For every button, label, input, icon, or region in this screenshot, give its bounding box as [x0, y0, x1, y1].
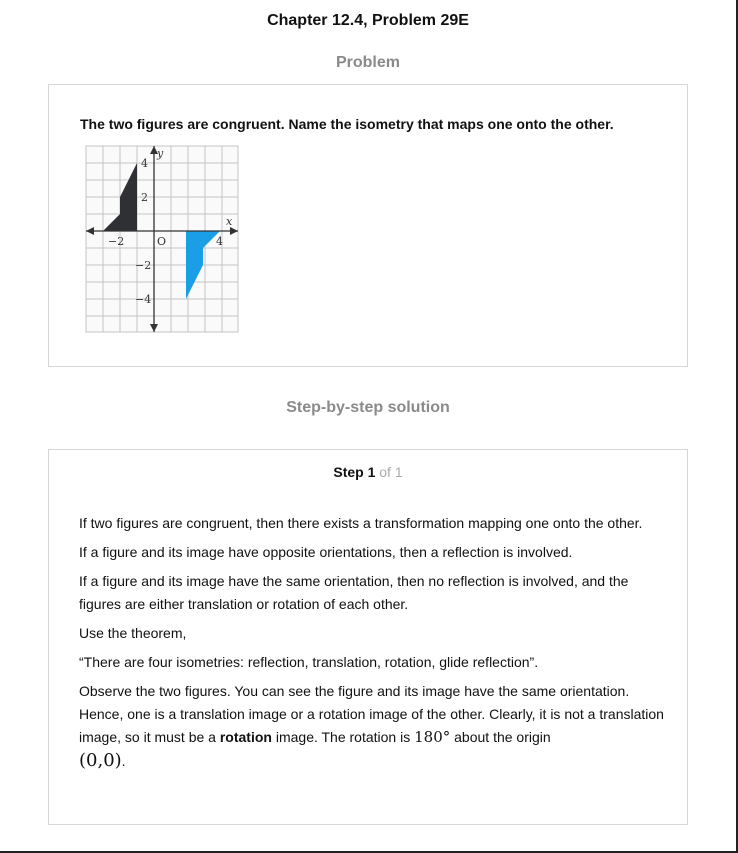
step-count: of 1 — [379, 464, 403, 480]
paragraph-6-text-mid: image. The rotation is — [271, 729, 415, 745]
problem-card: The two figures are congruent. Name the … — [48, 84, 688, 367]
y-axis-label: y — [156, 147, 164, 160]
origin-label: O — [157, 235, 166, 248]
origin-point: (0,0) — [79, 750, 122, 771]
paragraph-6-text-end: . — [121, 753, 126, 769]
solution-paragraph-3: If a figure and its image have the same … — [79, 573, 629, 612]
tick-label-y-neg4: −4 — [135, 293, 151, 306]
step-label: Step 1 — [333, 464, 376, 480]
solution-paragraph-4: Use the theorem, — [79, 625, 187, 641]
coordinate-graph: y x O −2 4 4 2 −2 −4 — [85, 145, 239, 333]
tick-label-x-4: 4 — [216, 235, 223, 248]
solution-paragraph-5: “There are four isometries: reflection, … — [79, 654, 539, 670]
solution-paragraph-6: Observe the two figures. You can see the… — [79, 680, 669, 773]
solution-paragraph-1: If two figures are congruent, then there… — [79, 515, 643, 531]
rotation-angle: 180° — [414, 728, 451, 746]
paragraph-6-text-about: about the origin — [450, 729, 551, 745]
tick-label-y-neg2: −2 — [135, 259, 151, 272]
solution-heading: Step-by-step solution — [286, 399, 450, 416]
tick-label-x-neg2: −2 — [108, 235, 124, 248]
page-title: Chapter 12.4, Problem 29E — [267, 12, 469, 29]
solution-card: Step 1 of 1 If two figures are congruent… — [48, 449, 688, 825]
problem-heading: Problem — [335, 54, 400, 71]
problem-statement: The two figures are congruent. Name the … — [80, 116, 614, 132]
paragraph-6-bold: rotation — [219, 729, 272, 745]
tick-label-y-4: 4 — [141, 157, 148, 170]
x-axis-label: x — [226, 215, 233, 228]
step-header: Step 1 of 1 — [49, 464, 687, 480]
solution-paragraph-2: If a figure and its image have opposite … — [79, 544, 573, 560]
tick-label-y-2: 2 — [141, 191, 148, 204]
step-body: If two figures are congruent, then there… — [79, 512, 669, 779]
